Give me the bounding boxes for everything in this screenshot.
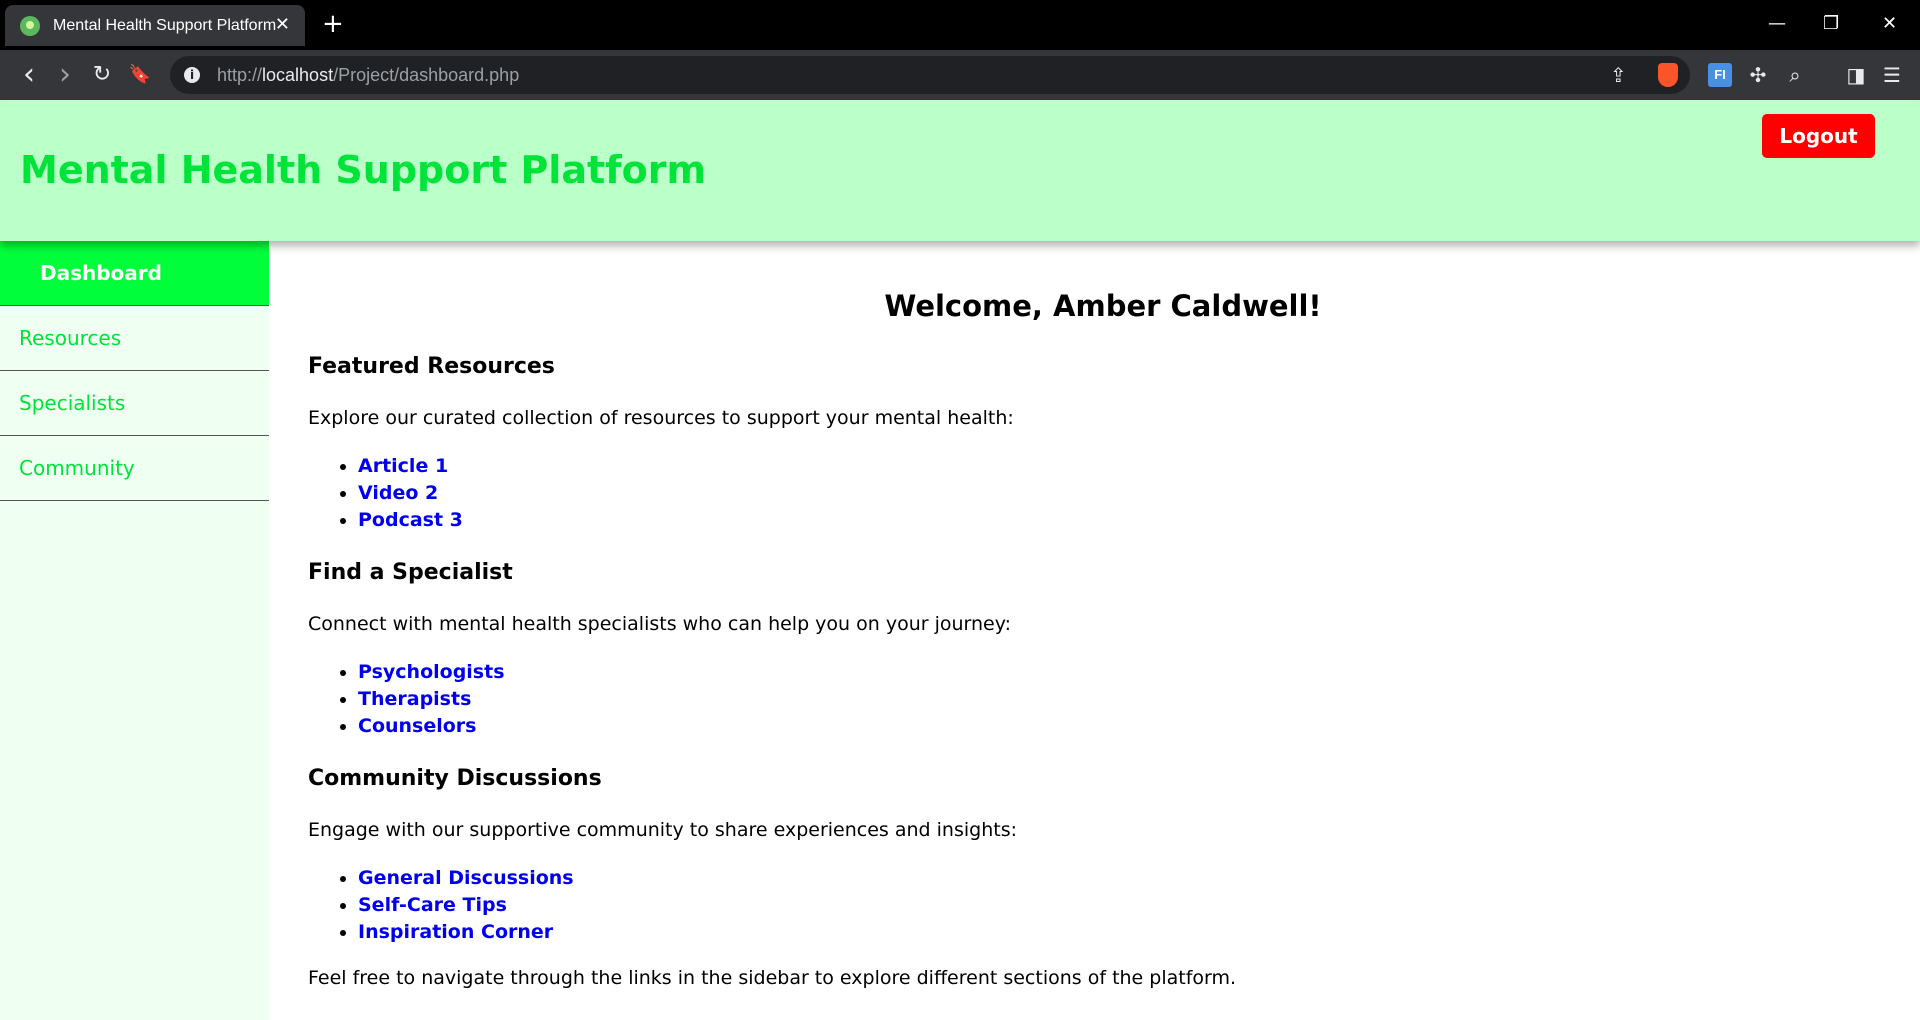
section-title-community-discussions: Community Discussions bbox=[308, 766, 602, 791]
address-bar[interactable]: i http://localhost/Project/dashboard.php… bbox=[170, 56, 1690, 94]
restore-window-button[interactable]: ❐ bbox=[1823, 10, 1839, 38]
browser-tab-bar: Mental Health Support Platform ✕ + — ❐ ✕ bbox=[0, 0, 1920, 50]
browser-tab[interactable]: Mental Health Support Platform ✕ bbox=[5, 5, 305, 46]
list-item: General Discussions bbox=[358, 865, 574, 892]
list-item: Counselors bbox=[358, 713, 505, 740]
minimize-window-button[interactable]: — bbox=[1768, 10, 1786, 38]
link-therapists[interactable]: Therapists bbox=[358, 688, 471, 710]
menu-icon[interactable]: ☰ bbox=[1880, 63, 1904, 87]
url-text: http://localhost/Project/dashboard.php bbox=[217, 65, 519, 86]
sidebar-item-dashboard[interactable]: Dashboard bbox=[0, 241, 269, 306]
section-title-featured-resources: Featured Resources bbox=[308, 354, 555, 379]
brave-shield-icon[interactable] bbox=[1658, 63, 1678, 87]
section-title-find-specialist: Find a Specialist bbox=[308, 560, 513, 585]
link-counselors[interactable]: Counselors bbox=[358, 715, 477, 737]
community-link-list: General Discussions Self-Care Tips Inspi… bbox=[308, 865, 574, 946]
list-item: Inspiration Corner bbox=[358, 919, 574, 946]
bookmark-icon[interactable]: 🔖 bbox=[127, 62, 153, 88]
link-general-discussions[interactable]: General Discussions bbox=[358, 867, 574, 889]
list-item: Video 2 bbox=[358, 480, 463, 507]
site-title: Mental Health Support Platform bbox=[20, 148, 707, 192]
list-item: Article 1 bbox=[358, 453, 463, 480]
section-description-community: Engage with our supportive community to … bbox=[308, 819, 1017, 841]
close-window-button[interactable]: ✕ bbox=[1882, 10, 1897, 38]
site-favicon-icon bbox=[20, 15, 40, 36]
extensions-puzzle-icon[interactable]: ✣ bbox=[1746, 63, 1770, 87]
site-header: Mental Health Support Platform Logout bbox=[0, 100, 1920, 241]
logout-button[interactable]: Logout bbox=[1762, 114, 1875, 158]
close-tab-icon[interactable]: ✕ bbox=[275, 15, 290, 35]
link-podcast-3[interactable]: Podcast 3 bbox=[358, 509, 463, 531]
link-psychologists[interactable]: Psychologists bbox=[358, 661, 505, 683]
list-item: Therapists bbox=[358, 686, 505, 713]
url-path: /Project/dashboard.php bbox=[333, 65, 520, 85]
search-tab-icon[interactable]: ⌕ bbox=[1783, 63, 1807, 87]
specialists-link-list: Psychologists Therapists Counselors bbox=[308, 659, 505, 740]
back-icon[interactable]: ‹ bbox=[16, 60, 42, 90]
sidebar: Dashboard Resources Specialists Communit… bbox=[0, 241, 269, 1020]
list-item: Psychologists bbox=[358, 659, 505, 686]
welcome-heading: Welcome, Amber Caldwell! bbox=[884, 289, 1322, 323]
sidebar-item-community[interactable]: Community bbox=[0, 436, 269, 501]
sidebar-toggle-icon[interactable]: ◨ bbox=[1844, 63, 1868, 87]
new-tab-button[interactable]: + bbox=[322, 10, 344, 38]
reload-icon[interactable]: ↻ bbox=[89, 62, 115, 88]
section-description-resources: Explore our curated collection of resour… bbox=[308, 407, 1014, 429]
url-scheme: http:// bbox=[217, 65, 263, 85]
tab-title: Mental Health Support Platform bbox=[53, 16, 277, 34]
sidebar-item-specialists[interactable]: Specialists bbox=[0, 371, 269, 436]
link-inspiration-corner[interactable]: Inspiration Corner bbox=[358, 921, 553, 943]
link-self-care-tips[interactable]: Self-Care Tips bbox=[358, 894, 507, 916]
footer-note: Feel free to navigate through the links … bbox=[308, 967, 1237, 989]
forward-icon[interactable]: › bbox=[52, 60, 78, 90]
link-video-2[interactable]: Video 2 bbox=[358, 482, 438, 504]
site-info-icon[interactable]: i bbox=[184, 67, 200, 83]
browser-toolbar: ‹ › ↻ 🔖 i http://localhost/Project/dashb… bbox=[0, 50, 1920, 100]
link-article-1[interactable]: Article 1 bbox=[358, 455, 448, 477]
resources-link-list: Article 1 Video 2 Podcast 3 bbox=[308, 453, 463, 534]
list-item: Self-Care Tips bbox=[358, 892, 574, 919]
extension-fi-icon[interactable]: FI bbox=[1708, 63, 1732, 87]
section-description-specialists: Connect with mental health specialists w… bbox=[308, 613, 1012, 635]
share-icon[interactable]: ⇪ bbox=[1610, 63, 1627, 87]
url-host: localhost bbox=[262, 65, 334, 85]
sidebar-item-resources[interactable]: Resources bbox=[0, 306, 269, 371]
list-item: Podcast 3 bbox=[358, 507, 463, 534]
